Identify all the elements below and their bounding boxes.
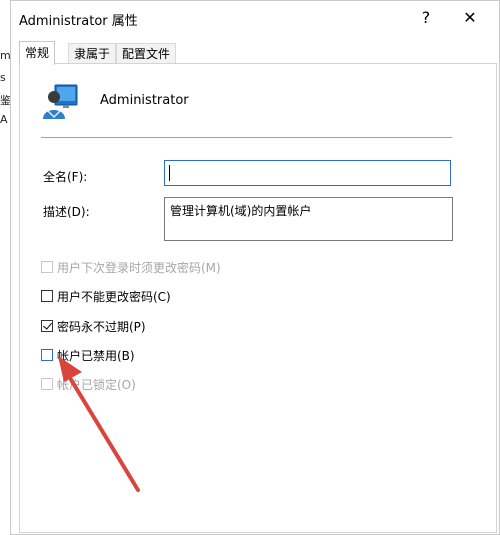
text-caret (169, 165, 170, 181)
option-label: 用户不能更改密码(C) (57, 289, 171, 304)
close-icon: ✕ (463, 7, 477, 27)
description-field[interactable]: 管理计算机(域)的内置帐户 (164, 197, 453, 241)
checkbox[interactable] (41, 290, 53, 302)
option-label: 帐户已锁定(O) (57, 377, 136, 392)
help-button[interactable]: ? (403, 1, 449, 33)
checkbox[interactable] (41, 320, 53, 332)
option-must-change-password[interactable]: 用户下次登录时须更改密码(M) (41, 259, 221, 275)
user-name: Administrator (100, 93, 189, 108)
checkbox[interactable] (41, 378, 53, 390)
background-text: s (0, 71, 6, 84)
title-bar[interactable]: Administrator 属性 ? ✕ (11, 1, 499, 35)
user-avatar-icon (41, 81, 79, 121)
separator (41, 137, 452, 138)
checkbox[interactable] (41, 349, 53, 361)
close-button[interactable]: ✕ (447, 1, 493, 33)
option-label: 帐户已禁用(B) (57, 348, 135, 363)
general-tab-panel: Administrator 全名(F): 描述(D): 管理计算机(域)的内置帐… (19, 63, 497, 533)
fullname-field[interactable] (164, 160, 451, 186)
option-password-never-expires[interactable]: 密码永不过期(P) (41, 318, 146, 334)
background-text: A (0, 113, 8, 126)
checkbox[interactable] (41, 261, 53, 273)
properties-dialog: Administrator 属性 ? ✕ 常规 隶属于 配置文件 Adminis… (10, 0, 500, 535)
option-cannot-change-password[interactable]: 用户不能更改密码(C) (41, 288, 171, 304)
option-label: 密码永不过期(P) (57, 319, 146, 334)
help-icon: ? (421, 7, 431, 27)
window-title: Administrator 属性 (19, 14, 138, 29)
option-account-locked[interactable]: 帐户已锁定(O) (41, 376, 136, 392)
tab-profile[interactable]: 配置文件 (116, 43, 177, 64)
tab-member-of[interactable]: 隶属于 (68, 43, 117, 64)
option-account-disabled[interactable]: 帐户已禁用(B) (41, 347, 135, 363)
tab-general[interactable]: 常规 (19, 41, 56, 65)
description-label: 描述(D): (43, 205, 90, 219)
fullname-label: 全名(F): (43, 170, 88, 184)
option-label: 用户下次登录时须更改密码(M) (57, 260, 221, 275)
